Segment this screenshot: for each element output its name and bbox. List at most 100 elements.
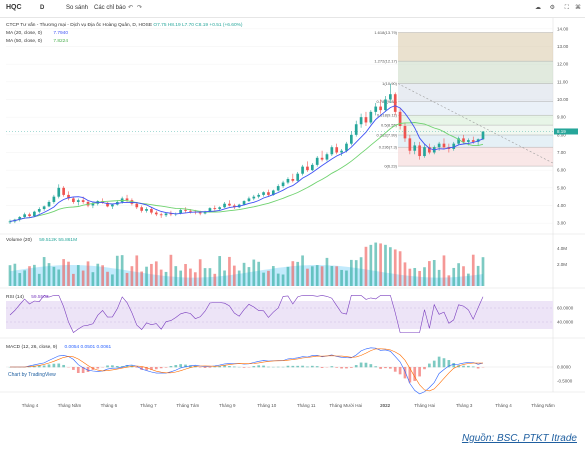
volume-bar xyxy=(232,265,236,286)
volume-bar xyxy=(267,270,270,286)
volume-bar xyxy=(140,271,144,286)
price-tick-label: 12.00 xyxy=(557,62,569,67)
volume-bar xyxy=(354,260,358,286)
volume-bar xyxy=(111,274,114,286)
volume-bar xyxy=(467,273,470,286)
fib-zone xyxy=(398,61,553,84)
candle-body xyxy=(325,154,329,160)
volume-bar xyxy=(315,265,319,286)
volume-bar xyxy=(120,255,124,286)
volume-bar xyxy=(271,266,275,286)
cloud-save-icon[interactable]: ☁ xyxy=(535,3,541,13)
candle-body xyxy=(291,179,295,181)
candle-body xyxy=(33,211,36,217)
candle-body xyxy=(467,140,470,142)
volume-bar xyxy=(398,251,402,286)
candle-body xyxy=(408,138,412,151)
candle-body xyxy=(72,198,75,202)
tradingview-badge[interactable]: Chart by TradingView xyxy=(8,372,56,378)
x-tick-label: Tháng Năm xyxy=(58,403,82,408)
undo-icon[interactable]: ↶ xyxy=(128,3,133,13)
volume-bar xyxy=(369,244,373,286)
x-tick-label: Tháng 10 xyxy=(257,403,277,408)
indicators-button[interactable]: Các chỉ báo xyxy=(94,3,126,13)
macd-histogram-bar xyxy=(403,367,407,379)
volume-bar xyxy=(174,266,178,286)
candle-body xyxy=(364,117,368,123)
x-tick-label: Tháng Tám xyxy=(176,403,199,408)
source-note[interactable]: Nguồn: BSC, PTKT Itrade xyxy=(462,433,577,444)
macd-histogram-bar xyxy=(276,366,280,368)
volume-bar xyxy=(150,263,153,286)
price-tick-label: 7.00 xyxy=(557,150,566,155)
volume-bar xyxy=(413,267,417,286)
symbol-selector[interactable]: HQC xyxy=(6,3,22,13)
legend-volume: Volume (20) 59.512K 55.861M xyxy=(6,237,77,245)
volume-bar xyxy=(91,272,95,286)
price-tick-label: 3.00 xyxy=(557,221,566,226)
macd-histogram-bar xyxy=(428,363,431,368)
macd-histogram-bar xyxy=(301,365,304,368)
macd-histogram-bar xyxy=(106,365,109,368)
camera-icon[interactable]: ⌘ xyxy=(575,3,581,13)
candle-body xyxy=(330,147,334,155)
volume-bar xyxy=(67,261,70,286)
candle-body xyxy=(320,157,324,160)
macd-histogram-bar xyxy=(115,366,119,368)
volume-bar xyxy=(33,264,36,286)
interval-selector[interactable]: D xyxy=(40,3,44,13)
candle-body xyxy=(154,212,158,215)
price-tick-label: 6.00 xyxy=(557,168,566,173)
macd-histogram-bar xyxy=(42,365,46,368)
last-price-label: 8.19 xyxy=(557,129,566,134)
candle-body xyxy=(423,147,426,157)
rsi-label: RSI (14) xyxy=(6,295,24,300)
gear-icon[interactable]: ⚙ xyxy=(550,3,555,13)
volume-bar xyxy=(359,257,363,286)
chart-svg[interactable]: 3.004.005.006.007.008.009.0010.0011.0012… xyxy=(0,18,585,413)
volume-bar xyxy=(76,265,80,286)
candle-body xyxy=(252,196,256,199)
candle-body xyxy=(257,194,261,197)
candle-body xyxy=(140,207,144,211)
macd-histogram-bar xyxy=(306,366,309,368)
fullscreen-icon[interactable]: ⛶ xyxy=(565,3,569,13)
macd-histogram-bar xyxy=(374,366,378,368)
macd-histogram-bar xyxy=(452,363,456,368)
volume-bar xyxy=(228,256,231,286)
volume-bar xyxy=(223,270,226,286)
compare-button[interactable]: So sánh xyxy=(66,3,88,13)
volume-bar xyxy=(96,263,100,286)
legend-title: CTCP Tư vấn - Thương mại - Dịch vụ Địa ố… xyxy=(6,23,153,28)
candle-body xyxy=(418,145,421,157)
candle-body xyxy=(481,131,485,140)
candle-body xyxy=(335,147,339,153)
x-tick-label: Tháng 6 xyxy=(101,403,118,408)
volume-bar xyxy=(301,255,304,286)
volume-bar xyxy=(164,271,168,286)
volume-bar xyxy=(281,274,285,286)
macd-value: 0.0054 0.0501 0.0061 xyxy=(64,345,112,350)
volume-bar xyxy=(86,261,90,286)
candle-body xyxy=(403,126,407,139)
redo-icon[interactable]: ↷ xyxy=(137,3,142,13)
volume-bar xyxy=(437,269,441,286)
volume-bar xyxy=(276,273,280,286)
volume-bar xyxy=(393,249,397,286)
macd-histogram-bar xyxy=(379,367,382,369)
volume-bar xyxy=(62,259,65,286)
volume-bar xyxy=(135,255,139,286)
volume-ma-area xyxy=(10,265,483,286)
macd-histogram-bar xyxy=(252,366,256,368)
price-tick-label: 10.00 xyxy=(557,97,569,102)
candle-body xyxy=(349,134,353,144)
volume-bar xyxy=(72,273,75,286)
candle-body xyxy=(76,200,80,202)
volume-bar xyxy=(130,266,134,286)
volume-bar xyxy=(159,269,163,286)
macd-histogram-bar xyxy=(52,363,56,368)
legend-main: CTCP Tư vấn - Thương mại - Dịch vụ Địa ố… xyxy=(6,22,243,30)
volume-bar xyxy=(442,255,446,286)
volume-bar xyxy=(262,272,265,286)
volume-bar xyxy=(457,263,460,286)
